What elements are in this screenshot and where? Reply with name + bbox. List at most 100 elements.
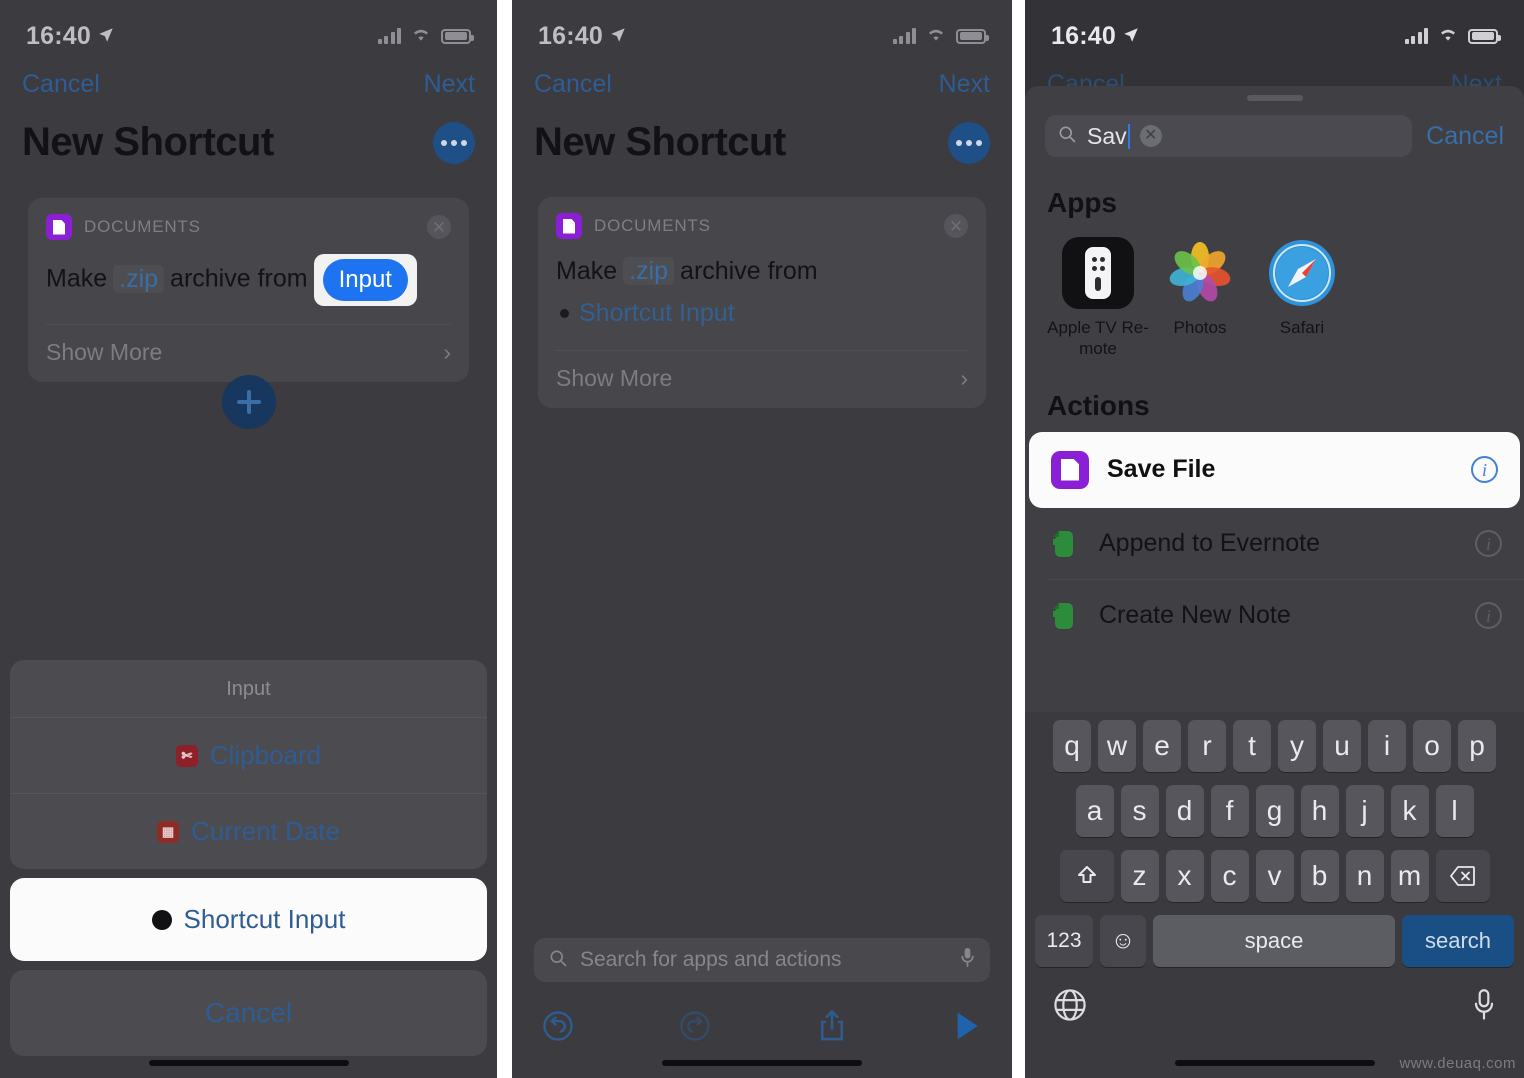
plus-icon-vertical xyxy=(247,390,251,414)
page-title: New Shortcut xyxy=(534,120,786,164)
app-label: Safari xyxy=(1279,318,1325,337)
home-indicator xyxy=(148,1060,349,1066)
info-icon[interactable]: i xyxy=(1471,456,1498,483)
action-row-save-file[interactable]: Save File i xyxy=(1029,431,1520,508)
key-x[interactable]: x xyxy=(1165,850,1204,902)
undo-icon[interactable] xyxy=(542,1010,574,1047)
key-m[interactable]: m xyxy=(1390,850,1429,902)
evernote-app-icon xyxy=(1047,527,1081,561)
search-input[interactable]: Search for apps and actions xyxy=(534,938,990,982)
calendar-icon: ▦ xyxy=(157,820,180,843)
sheet-item-current-date[interactable]: ▦ Current Date xyxy=(10,793,487,869)
sheet-item-label: Shortcut Input xyxy=(183,904,346,934)
next-button[interactable]: Next xyxy=(424,70,475,99)
app-result-apple-tv-remote[interactable]: Apple TV Re- mote xyxy=(1047,237,1149,360)
more-options-icon[interactable] xyxy=(433,121,475,164)
app-result-photos[interactable]: Photos xyxy=(1149,237,1251,360)
key-w[interactable]: w xyxy=(1098,720,1136,772)
key-n[interactable]: n xyxy=(1345,850,1384,902)
key-t[interactable]: t xyxy=(1233,720,1271,772)
action-row-create-new-note[interactable]: Create New Note i xyxy=(1025,580,1524,652)
search-icon xyxy=(548,948,568,973)
key-l[interactable]: l xyxy=(1435,785,1474,837)
key-j[interactable]: j xyxy=(1345,785,1384,837)
play-icon[interactable] xyxy=(952,1010,982,1047)
shortcut-input-variable-row[interactable]: Shortcut Input xyxy=(556,295,968,333)
editor-toolbar xyxy=(512,1009,1012,1048)
share-icon[interactable] xyxy=(817,1009,847,1048)
key-e[interactable]: e xyxy=(1143,720,1181,772)
action-row-append-to-evernote[interactable]: Append to Evernote i xyxy=(1025,508,1524,580)
globe-icon[interactable] xyxy=(1053,988,1087,1027)
clock-label: 16:40 xyxy=(26,21,91,50)
info-icon[interactable]: i xyxy=(1475,602,1502,629)
emoji-icon[interactable]: ☺ xyxy=(1100,915,1146,967)
shortcut-input-variable-label: Shortcut Input xyxy=(579,298,735,327)
status-bar-indicators xyxy=(892,26,989,47)
sheet-item-shortcut-input[interactable]: Shortcut Input xyxy=(10,878,487,961)
action-card-make-archive[interactable]: DOCUMENTS ✕ Make .zip archive from Input Sh… xyxy=(28,198,469,382)
search-cancel-button[interactable]: Cancel xyxy=(1426,122,1504,151)
key-k[interactable]: k xyxy=(1390,785,1429,837)
text-cursor xyxy=(1127,123,1130,149)
sheet-cancel-button[interactable]: Cancel xyxy=(10,970,487,1056)
page-title: New Shortcut xyxy=(22,120,274,164)
input-variable-token[interactable]: Input xyxy=(322,259,408,301)
shift-icon[interactable] xyxy=(1059,850,1114,902)
cancel-button[interactable]: Cancel xyxy=(534,70,612,99)
app-result-safari[interactable]: Safari xyxy=(1251,237,1353,360)
location-arrow-icon xyxy=(97,22,115,51)
search-input[interactable]: Sav ✕ xyxy=(1045,115,1413,157)
key-o[interactable]: o xyxy=(1413,720,1451,772)
action-label: Append to Evernote xyxy=(1099,529,1320,557)
input-action-sheet: Input ✄ Clipboard ▦ Current Date Shortcu… xyxy=(10,660,487,1078)
key-a[interactable]: a xyxy=(1075,785,1114,837)
clipboard-icon: ✄ xyxy=(175,744,198,767)
key-h[interactable]: h xyxy=(1300,785,1339,837)
key-q[interactable]: q xyxy=(1053,720,1091,772)
show-more-row[interactable]: Show More › xyxy=(46,324,451,382)
remove-action-button[interactable]: ✕ xyxy=(427,215,451,239)
variable-bullet-icon xyxy=(560,308,569,318)
action-card-make-archive[interactable]: DOCUMENTS ✕ Make .zip archive from Shortcu… xyxy=(538,197,986,408)
search-key[interactable]: search xyxy=(1402,915,1514,967)
key-s[interactable]: s xyxy=(1120,785,1159,837)
input-token-highlight: Input xyxy=(313,254,417,306)
key-f[interactable]: f xyxy=(1210,785,1249,837)
action-text-middle: archive from xyxy=(170,264,308,293)
next-button[interactable]: Next xyxy=(939,70,990,99)
status-bar-indicators xyxy=(1404,26,1501,47)
microphone-icon[interactable] xyxy=(1472,989,1496,1026)
safari-app-icon xyxy=(1266,237,1338,309)
redo-icon[interactable] xyxy=(679,1010,711,1047)
more-options-icon[interactable] xyxy=(948,121,990,164)
key-g[interactable]: g xyxy=(1255,785,1294,837)
clear-search-button[interactable]: ✕ xyxy=(1139,125,1162,147)
search-icon xyxy=(1057,124,1077,149)
info-icon[interactable]: i xyxy=(1475,530,1502,557)
key-i[interactable]: i xyxy=(1368,720,1406,772)
add-action-button[interactable] xyxy=(222,375,276,429)
key-r[interactable]: r xyxy=(1188,720,1226,772)
key-u[interactable]: u xyxy=(1323,720,1361,772)
key-b[interactable]: b xyxy=(1300,850,1339,902)
action-text-prefix: Make xyxy=(556,257,618,285)
zip-format-token[interactable]: .zip xyxy=(623,257,675,285)
zip-format-token[interactable]: .zip xyxy=(113,264,165,293)
microphone-icon[interactable] xyxy=(959,947,976,973)
show-more-row[interactable]: Show More › xyxy=(556,350,968,408)
key-z[interactable]: z xyxy=(1120,850,1159,902)
show-more-label: Show More xyxy=(556,365,673,391)
status-bar: 16:40 xyxy=(512,0,1012,58)
key-d[interactable]: d xyxy=(1165,785,1204,837)
backspace-icon[interactable] xyxy=(1435,850,1490,902)
cancel-button[interactable]: Cancel xyxy=(22,70,100,99)
sheet-item-clipboard[interactable]: ✄ Clipboard xyxy=(10,717,487,793)
remove-action-button[interactable]: ✕ xyxy=(944,214,968,238)
key-p[interactable]: p xyxy=(1458,720,1496,772)
numbers-key[interactable]: 123 xyxy=(1035,915,1093,967)
space-key[interactable]: space xyxy=(1153,915,1395,967)
key-v[interactable]: v xyxy=(1255,850,1294,902)
key-y[interactable]: y xyxy=(1278,720,1316,772)
key-c[interactable]: c xyxy=(1210,850,1249,902)
